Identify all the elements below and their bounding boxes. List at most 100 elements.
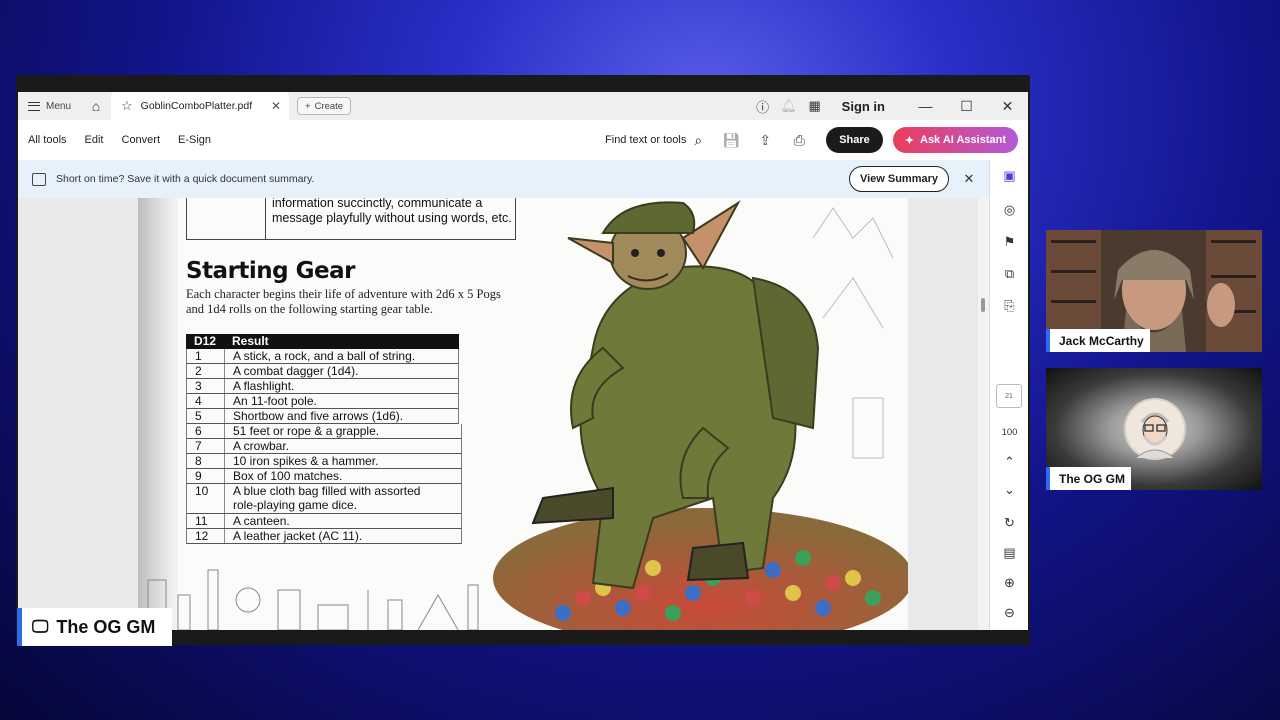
attachments-icon[interactable]: ⎘ <box>990 298 1029 314</box>
presenter-label: 🖵︎ The OG GM <box>17 608 172 646</box>
row-result: Shortbow and five arrows (1d6). <box>233 409 404 423</box>
pages-icon[interactable]: ⧉ <box>990 266 1029 282</box>
starting-gear-heading: Starting Gear <box>186 258 356 284</box>
row-number: 6 <box>187 424 225 438</box>
acrobat-window: Menu ⌂ ☆ GoblinComboPlatter.pdf ✕ + Crea… <box>16 75 1030 645</box>
row-result: 51 feet or rope & a grapple. <box>233 424 380 438</box>
table-row: 1 A stick, a rock, and a ball of string. <box>186 349 459 364</box>
ai-assistant-button[interactable]: ✦ Ask AI Assistant <box>892 127 1018 153</box>
create-label: Create <box>314 100 344 112</box>
header-result: Result <box>232 334 269 348</box>
upload-icon[interactable]: ⇪ <box>748 132 782 149</box>
presenter-name: The OG GM <box>56 616 156 637</box>
bookmark-icon[interactable]: ⚑ <box>990 234 1029 250</box>
title-bar: Menu ⌂ ☆ GoblinComboPlatter.pdf ✕ + Crea… <box>18 92 1028 120</box>
starting-gear-table: D12 Result 1 A stick, a rock, and a ball … <box>186 334 462 544</box>
row-result: A crowbar. <box>233 439 290 453</box>
menu-label: Menu <box>46 100 72 112</box>
minimize-icon[interactable]: — <box>905 98 946 114</box>
document-area[interactable]: information succinctly, communicate a me… <box>18 198 989 630</box>
table-row: 8 10 iron spikes & a hammer. <box>186 454 462 469</box>
table-row: 11 A canteen. <box>186 514 462 529</box>
table-row: 9 Box of 100 matches. <box>186 469 462 484</box>
scroll-thumb[interactable] <box>981 298 985 312</box>
row-result: An 11-foot pole. <box>233 394 317 408</box>
apps-grid-icon[interactable]: ▦ <box>802 98 828 114</box>
all-tools-link[interactable]: All tools <box>28 134 67 146</box>
sign-in-button[interactable]: Sign in <box>842 99 885 114</box>
row-result: 10 iron spikes & a hammer. <box>233 454 379 468</box>
page-info-icon[interactable]: ▤ <box>990 545 1029 561</box>
share-button[interactable]: Share <box>826 127 883 153</box>
convert-link[interactable]: Convert <box>122 134 161 146</box>
esign-link[interactable]: E-Sign <box>178 134 211 146</box>
star-icon[interactable]: ☆ <box>121 98 133 114</box>
summary-banner: Short on time? Save it with a quick docu… <box>18 160 989 198</box>
ai-summary-icon[interactable]: ▣ <box>990 168 1029 184</box>
menu-button[interactable]: Menu <box>18 92 81 120</box>
participant-tile-jack: Jack McCarthy <box>1046 230 1262 352</box>
print-icon[interactable]: ⎙ <box>782 132 816 149</box>
city-sketch <box>147 569 479 630</box>
goblin-illustration <box>493 200 908 630</box>
help-icon[interactable]: ⓘ <box>750 97 776 116</box>
row-result: A stick, a rock, and a ball of string. <box>233 349 416 363</box>
table-row: 10 A blue cloth bag filled with assorted … <box>186 484 462 514</box>
find-label: Find text or tools <box>605 134 687 146</box>
row-result: A flashlight. <box>233 379 295 393</box>
maximize-icon[interactable]: ☐ <box>946 98 987 115</box>
bell-icon[interactable]: 🔔︎ <box>776 98 802 114</box>
avatar-illustration <box>1135 412 1175 459</box>
row-number: 3 <box>187 379 225 393</box>
table-row: 5 Shortbow and five arrows (1d6). <box>186 409 459 424</box>
comment-icon[interactable]: ◎ <box>990 202 1029 218</box>
close-banner-icon[interactable]: ✕ <box>949 171 989 187</box>
tab-title: GoblinComboPlatter.pdf <box>140 100 253 112</box>
avatar <box>1124 398 1186 460</box>
refresh-icon[interactable]: ↻ <box>990 515 1029 531</box>
row-number: 4 <box>187 394 225 408</box>
find-tools[interactable]: Find text or tools ⌕ <box>605 132 702 149</box>
tab-document[interactable]: ☆ GoblinComboPlatter.pdf ✕ <box>111 92 290 120</box>
vertical-scrollbar[interactable] <box>978 198 989 630</box>
view-summary-button[interactable]: View Summary <box>848 166 949 192</box>
row-number: 1 <box>187 349 225 363</box>
page-indicator[interactable]: 21 <box>996 384 1022 408</box>
zoom-level[interactable]: 100 <box>990 427 1029 438</box>
row-result: A combat dagger (1d4). <box>233 364 359 378</box>
plus-icon: + <box>305 100 311 112</box>
row-number: 2 <box>187 364 225 378</box>
table-row: 4 An 11-foot pole. <box>186 394 459 409</box>
table-row: 7 A crowbar. <box>186 439 462 454</box>
participant-name: Jack McCarthy <box>1046 329 1150 352</box>
row-number: 10 <box>187 484 225 513</box>
row-number: 7 <box>187 439 225 453</box>
monitor-icon: 🖵︎ <box>32 617 49 636</box>
hamburger-icon <box>28 101 40 111</box>
row-number: 5 <box>187 409 225 423</box>
search-icon: ⌕ <box>694 131 703 148</box>
pdf-page: information succinctly, communicate a me… <box>138 198 908 630</box>
close-tab-icon[interactable]: ✕ <box>271 99 281 113</box>
row-number: 9 <box>187 469 225 483</box>
chevron-up-icon[interactable]: ⌃ <box>990 454 1029 470</box>
zoom-out-icon[interactable]: ⊖ <box>990 605 1029 621</box>
zoom-in-icon[interactable]: ⊕ <box>990 575 1029 591</box>
save-icon[interactable]: 💾︎ <box>714 132 748 149</box>
edit-link[interactable]: Edit <box>85 134 104 146</box>
row-number: 12 <box>187 529 225 543</box>
row-result: A canteen. <box>233 514 290 528</box>
participant-tile-oggm: The OG GM <box>1046 368 1262 490</box>
table-row: 2 A combat dagger (1d4). <box>186 364 459 379</box>
table-row: 3 A flashlight. <box>186 379 459 394</box>
home-icon[interactable]: ⌂ <box>81 92 111 120</box>
ai-label: Ask AI Assistant <box>920 134 1006 146</box>
close-window-icon[interactable]: ✕ <box>987 98 1028 115</box>
row-number: 8 <box>187 454 225 468</box>
row-result: Box of 100 matches. <box>233 469 343 483</box>
header-d12: D12 <box>194 334 217 348</box>
participant-name: The OG GM <box>1046 467 1131 490</box>
right-rail: ▣ ◎ ⚑ ⧉ ⎘ 21 100 ⌃ ⌄ ↻ ▤ ⊕ ⊖ <box>989 160 1028 630</box>
chevron-down-icon[interactable]: ⌄ <box>990 482 1029 498</box>
create-button[interactable]: + Create <box>297 97 352 115</box>
